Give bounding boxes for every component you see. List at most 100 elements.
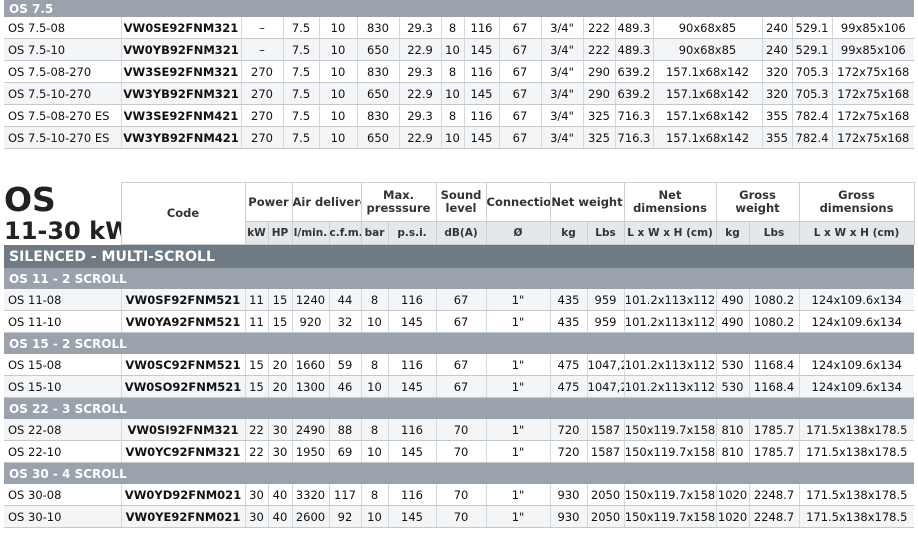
value-cell: 67: [498, 60, 541, 83]
model-cell: OS 11-10: [4, 310, 121, 333]
value-cell: 490: [715, 289, 750, 311]
header-net-weight: Net weight: [549, 182, 625, 222]
value-cell: 716.3: [614, 104, 653, 127]
code-cell: VW0SO92FNM521: [120, 375, 245, 398]
value-cell: 8: [360, 289, 388, 311]
value-cell: 240: [761, 38, 792, 61]
value-cell: 3/4": [540, 60, 583, 83]
value-cell: 30: [267, 419, 292, 441]
header-air-delivered: Air delivered: [291, 182, 362, 222]
brand-power-range: 11-30 kW: [4, 216, 121, 245]
value-cell: 101.2x113x112: [623, 375, 717, 398]
value-cell: 15: [244, 375, 268, 398]
value-cell: 117: [328, 484, 361, 506]
value-cell: 67: [435, 375, 487, 398]
value-cell: 171.5x138x178.5: [798, 440, 915, 463]
code-cell: VW0YD92FNM021: [120, 484, 245, 506]
value-cell: 8: [440, 17, 464, 39]
table-row: OS 22-08 VW0SI92FNM321 22 30 2490 88 8 116 70 1" 7…: [4, 419, 915, 441]
value-cell: 90x68x85: [652, 17, 762, 39]
value-cell: 2248.7: [748, 505, 800, 528]
value-cell: 1": [485, 440, 551, 463]
value-cell: 44: [328, 289, 361, 311]
value-cell: 67: [435, 289, 487, 311]
value-cell: 157.1x68x142: [652, 104, 762, 127]
value-cell: 7.5: [282, 82, 319, 105]
value-cell: 959: [586, 310, 625, 333]
value-cell: 171.5x138x178.5: [798, 419, 915, 441]
model-cell: OS 7.5-10: [4, 38, 121, 61]
value-cell: 22: [244, 440, 268, 463]
value-cell: 67: [498, 104, 541, 127]
value-cell: 172x75x168: [831, 82, 915, 105]
value-cell: 650: [356, 126, 399, 149]
value-cell: 270: [240, 82, 283, 105]
value-cell: 7.5: [282, 38, 319, 61]
value-cell: 1047,2: [586, 375, 625, 398]
value-cell: 116: [387, 354, 437, 376]
table-row: OS 7.5-10-270 ES VW3YB92FNM421 270 7.5 10 650…: [4, 126, 915, 149]
value-cell: 124x109.6x134: [798, 354, 915, 376]
value-cell: 124x109.6x134: [798, 310, 915, 333]
value-cell: 1168.4: [748, 354, 800, 376]
group-label: OS 22 - 3 SCROLL: [4, 397, 915, 419]
value-cell: 10: [360, 505, 388, 528]
unit-label: c.f.m.: [328, 221, 362, 245]
value-cell: 70: [435, 484, 487, 506]
value-cell: 116: [463, 17, 499, 39]
value-cell: 530: [715, 354, 750, 376]
group-label: OS 15 - 2 SCROLL: [4, 332, 915, 354]
value-cell: 8: [360, 354, 388, 376]
value-cell: 1080.2: [748, 310, 800, 333]
value-cell: 22.9: [398, 126, 441, 149]
value-cell: 8: [440, 104, 464, 127]
value-cell: 67: [498, 126, 541, 149]
unit-label: l/min.: [291, 221, 330, 245]
code-cell: VW3YB92FNM421: [120, 126, 241, 149]
value-cell: 145: [463, 38, 499, 61]
value-cell: 67: [435, 310, 487, 333]
value-cell: 1": [485, 505, 551, 528]
value-cell: 325: [582, 104, 615, 127]
value-cell: 720: [549, 440, 588, 463]
value-cell: 1": [485, 484, 551, 506]
value-cell: 270: [240, 126, 283, 149]
value-cell: 157.1x68x142: [652, 82, 762, 105]
value-cell: 10: [440, 38, 464, 61]
os-11-30-table: OS 11-30 kW Code Power Air delivered Max…: [4, 182, 915, 528]
value-cell: 1080.2: [748, 289, 800, 311]
unit-label: kW: [244, 221, 269, 245]
value-cell: –: [240, 17, 283, 39]
value-cell: 1": [485, 419, 551, 441]
band-label: OS 7.5: [4, 0, 915, 17]
model-cell: OS 7.5-10-270 ES: [4, 126, 121, 149]
value-cell: 270: [240, 104, 283, 127]
table-row: OS 7.5-10 VW0YB92FNM321–7.5 10 650 22.9 10 145…: [4, 38, 915, 61]
value-cell: 810: [715, 419, 750, 441]
value-cell: 650: [356, 38, 399, 61]
value-cell: 150x119.7x158: [623, 505, 717, 528]
header-connection: Connection: [485, 182, 551, 222]
header-gross-dimensions: Gross dimensions: [798, 182, 915, 222]
value-cell: 530: [715, 375, 750, 398]
code-cell: VW3SE92FNM321: [120, 60, 241, 83]
value-cell: 705.3: [791, 60, 832, 83]
value-cell: 67: [498, 17, 541, 39]
value-cell: 70: [435, 419, 487, 441]
value-cell: 116: [387, 289, 437, 311]
value-cell: 10: [318, 126, 357, 149]
value-cell: 32: [328, 310, 361, 333]
group-band: OS 22 - 3 SCROLL: [4, 397, 915, 419]
value-cell: 639.2: [614, 82, 653, 105]
value-cell: 1": [485, 354, 551, 376]
code-cell: VW0SF92FNM521: [120, 289, 245, 311]
value-cell: 150x119.7x158: [623, 484, 717, 506]
unit-label: L x W x H (cm): [798, 221, 915, 245]
value-cell: 240: [761, 17, 792, 39]
header-sound-level: Sound level: [435, 182, 487, 222]
value-cell: 2600: [291, 505, 329, 528]
value-cell: 782.4: [791, 104, 832, 127]
value-cell: 2490: [291, 419, 329, 441]
table-row: OS 7.5-08 VW0SE92FNM321–7.5 10 830 29.3 8 116 6…: [4, 17, 915, 39]
value-cell: 116: [463, 60, 499, 83]
